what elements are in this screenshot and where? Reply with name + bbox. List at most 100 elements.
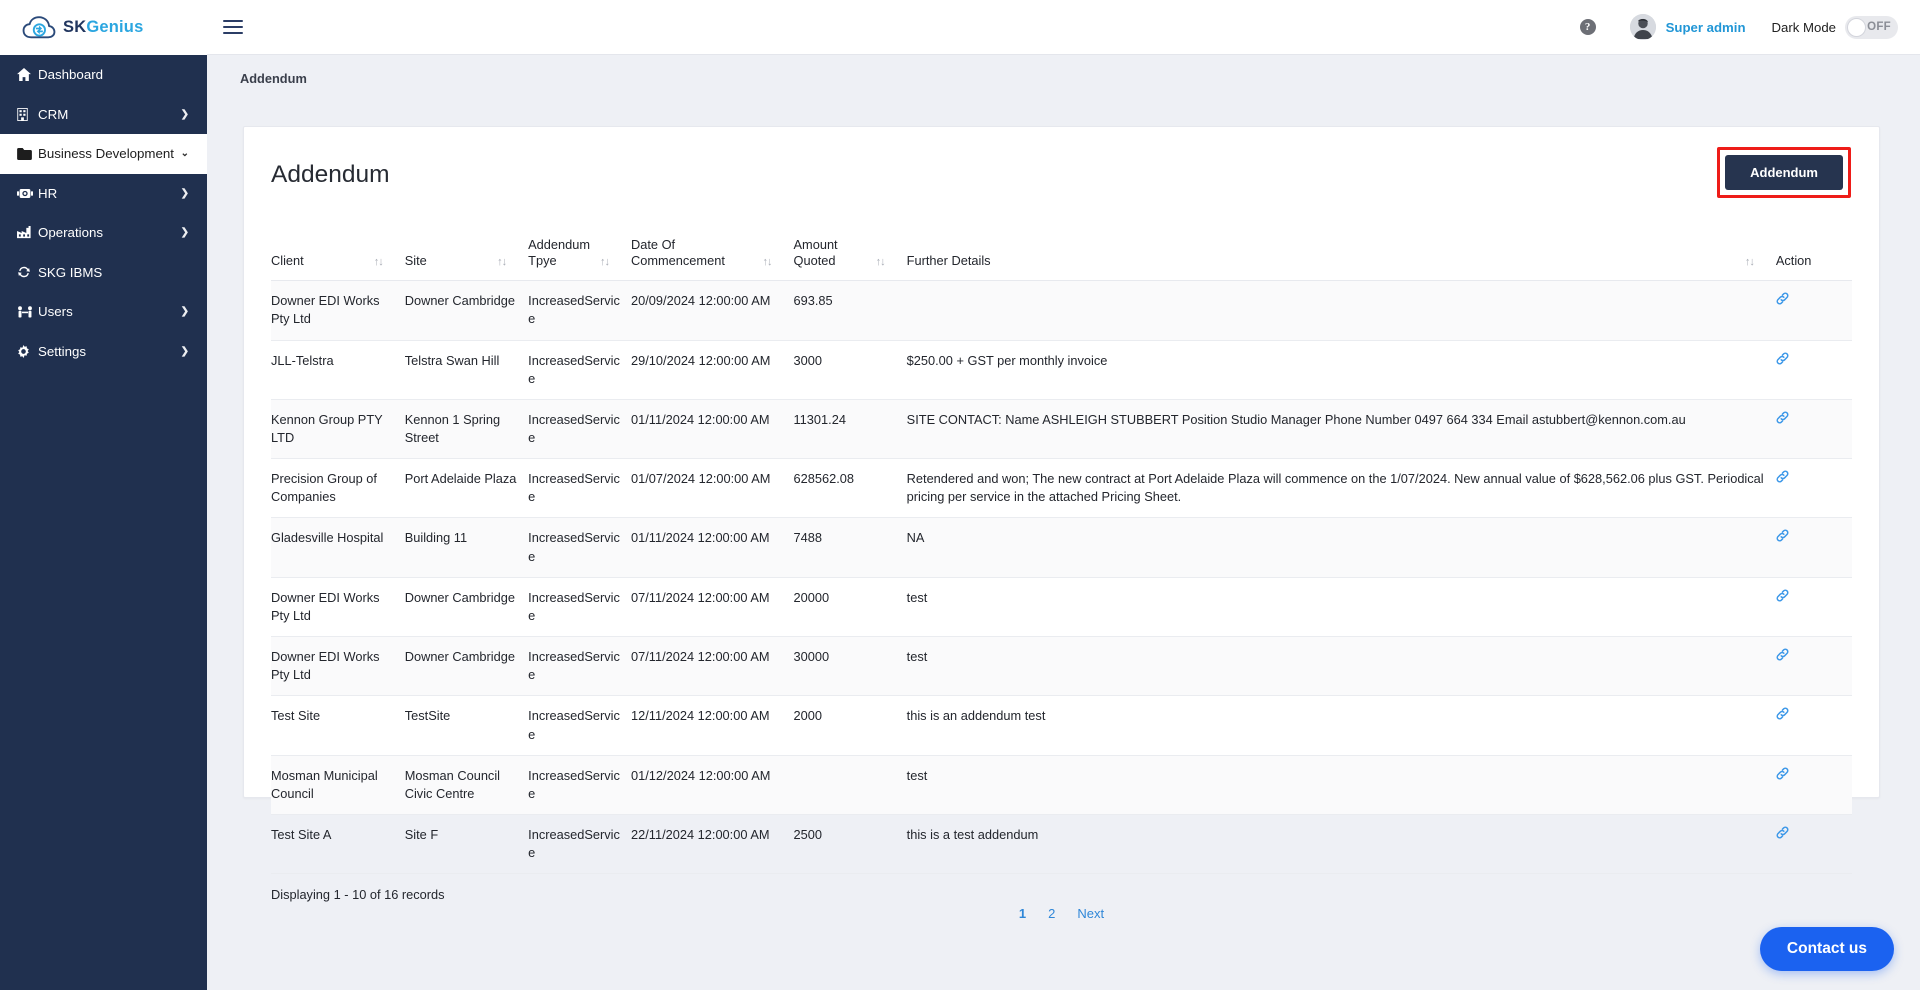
column-header-amount-quoted[interactable]: Amount Quoted ↑↓ — [793, 229, 907, 282]
hamburger-bar — [223, 19, 243, 23]
users-icon — [17, 306, 38, 318]
chevron-right-icon[interactable]: ❯ — [181, 227, 189, 238]
attachment-link-icon[interactable] — [1776, 529, 1789, 544]
cell-client: Downer EDI Works Pty Ltd — [271, 280, 405, 341]
cell-client: Test Site — [271, 695, 405, 756]
contact-us-button[interactable]: Contact us — [1759, 927, 1894, 971]
cell-further-details: test — [906, 636, 1776, 697]
cell-site: Telstra Swan Hill — [404, 340, 529, 400]
add-addendum-button[interactable]: Addendum — [1725, 155, 1843, 190]
attachment-link-icon[interactable] — [1776, 826, 1789, 841]
column-header-client[interactable]: Client ↑↓ — [271, 229, 405, 282]
cell-date-of-commencement: 29/10/2024 12:00:00 AM — [631, 340, 794, 400]
card-header: Addendum Addendum — [244, 127, 1879, 205]
cloud-refresh-icon — [22, 15, 56, 41]
sidebar-item-business-development[interactable]: Business Development ⌄ — [0, 134, 207, 174]
sidebar-item-dashboard[interactable]: Dashboard — [0, 55, 207, 95]
sidebar-item-hr[interactable]: HR ❯ — [0, 174, 207, 214]
cell-site: Port Adelaide Plaza — [404, 458, 529, 519]
user-name-link[interactable]: Super admin — [1666, 20, 1746, 35]
chevron-right-icon[interactable]: ❯ — [181, 188, 189, 199]
sort-toggle-icon[interactable]: ↑↓ — [763, 257, 784, 268]
chevron-right-icon[interactable]: ❯ — [181, 306, 189, 317]
sort-toggle-icon[interactable]: ↑↓ — [497, 257, 518, 268]
cell-action — [1775, 636, 1852, 697]
addendum-table: Client ↑↓ Site ↑↓ Addendum Tpye ↑↓ Date Of Com… — [271, 229, 1852, 875]
table-row: JLL-Telstra Telstra Swan Hill IncreasedSer… — [271, 340, 1852, 400]
hamburger-icon[interactable] — [223, 16, 245, 38]
cell-action — [1775, 755, 1852, 816]
cell-date-of-commencement: 01/12/2024 12:00:00 AM — [631, 755, 794, 816]
home-icon — [17, 68, 38, 82]
cell-amount-quoted — [793, 755, 907, 816]
sidebar-item-users[interactable]: Users ❯ — [0, 292, 207, 332]
cell-addendum-type: IncreasedService — [528, 458, 631, 519]
sidebar-item-label: SKG IBMS — [38, 264, 103, 280]
pagination: 1 2 Next — [271, 906, 1852, 927]
column-header-further-details[interactable]: Further Details ↑↓ — [906, 229, 1776, 282]
cell-addendum-type: IncreasedService — [528, 636, 631, 697]
cell-site: Building 11 — [404, 517, 529, 578]
cell-date-of-commencement: 01/11/2024 12:00:00 AM — [631, 517, 794, 578]
attachment-link-icon[interactable] — [1776, 707, 1789, 722]
highlight-box: Addendum — [1717, 147, 1851, 198]
attachment-link-icon[interactable] — [1776, 411, 1789, 426]
pagination-next[interactable]: Next — [1077, 906, 1104, 921]
cell-action — [1775, 814, 1852, 875]
sidebar-item-label: Settings — [38, 343, 87, 359]
column-header-site[interactable]: Site ↑↓ — [404, 229, 529, 282]
cell-amount-quoted: 7488 — [793, 517, 907, 578]
sidebar-item-crm[interactable]: CRM ❯ — [0, 95, 207, 135]
cell-site: Downer Cambridge — [404, 577, 529, 638]
column-header-label: Action — [1775, 252, 1812, 268]
column-header-date-of-commencement[interactable]: Date Of Commencement ↑↓ — [631, 229, 794, 282]
sort-toggle-icon[interactable]: ↑↓ — [1745, 257, 1766, 268]
chevron-right-icon[interactable]: ❯ — [181, 346, 189, 357]
help-circle-icon[interactable]: ? — [1579, 19, 1596, 35]
table-footer: Displaying 1 - 10 of 16 records 1 2 Next — [244, 874, 1879, 927]
chevron-right-icon[interactable]: ❯ — [181, 109, 189, 120]
addendum-card: Addendum Addendum Client ↑↓ Site ↑↓ Addendum… — [243, 126, 1880, 921]
sort-toggle-icon[interactable]: ↑↓ — [876, 257, 897, 268]
pagination-1[interactable]: 1 — [1019, 906, 1026, 921]
cell-date-of-commencement: 01/07/2024 12:00:00 AM — [631, 458, 794, 519]
cell-site: Downer Cambridge — [404, 280, 529, 341]
avatar[interactable] — [1629, 14, 1656, 40]
sidebar-item-settings[interactable]: Settings ❯ — [0, 332, 207, 372]
cell-amount-quoted: 2500 — [793, 814, 907, 875]
table-row: Downer EDI Works Pty Ltd Downer Cambridge… — [271, 577, 1852, 638]
cell-site: Mosman Council Civic Centre — [404, 755, 529, 816]
attachment-link-icon[interactable] — [1776, 352, 1789, 367]
attachment-link-icon[interactable] — [1776, 648, 1789, 663]
hamburger-bar — [223, 31, 243, 35]
dark-mode-toggle[interactable]: OFF — [1845, 15, 1898, 39]
chevron-down-icon[interactable]: ⌄ — [181, 148, 189, 159]
cell-action — [1775, 399, 1852, 460]
cell-amount-quoted: 628562.08 — [793, 458, 907, 519]
sort-toggle-icon[interactable]: ↑↓ — [600, 257, 621, 268]
sidebar-item-label: Users — [38, 304, 73, 320]
column-header-addendum-tpye[interactable]: Addendum Tpye ↑↓ — [528, 229, 631, 282]
sort-toggle-icon[interactable]: ↑↓ — [374, 257, 395, 268]
page-title: Addendum — [271, 161, 390, 188]
cell-further-details: test — [906, 755, 1776, 816]
factory-icon — [17, 226, 38, 239]
sidebar-item-operations[interactable]: Operations ❯ — [0, 213, 207, 253]
attachment-link-icon[interactable] — [1776, 767, 1789, 782]
cell-addendum-type: IncreasedService — [528, 280, 631, 341]
table-row: Gladesville Hospital Building 11 Increased… — [271, 517, 1852, 578]
sidebar-item-label: Business Development — [38, 146, 174, 162]
sidebar-item-skg-ibms[interactable]: SKG IBMS — [0, 253, 207, 293]
cell-amount-quoted: 30000 — [793, 636, 907, 697]
attachment-link-icon[interactable] — [1776, 292, 1789, 307]
cell-action — [1775, 695, 1852, 756]
column-header-label: Site — [404, 252, 427, 268]
attachment-link-icon[interactable] — [1776, 470, 1789, 485]
cell-client: Downer EDI Works Pty Ltd — [271, 636, 405, 697]
attachment-link-icon[interactable] — [1776, 589, 1789, 604]
cell-addendum-type: IncreasedService — [528, 695, 631, 756]
brand-logo-bar[interactable]: SKGenius — [0, 0, 207, 55]
pagination-2[interactable]: 2 — [1048, 906, 1055, 921]
cell-date-of-commencement: 12/11/2024 12:00:00 AM — [631, 695, 794, 756]
column-header-label: Amount Quoted — [793, 237, 838, 268]
